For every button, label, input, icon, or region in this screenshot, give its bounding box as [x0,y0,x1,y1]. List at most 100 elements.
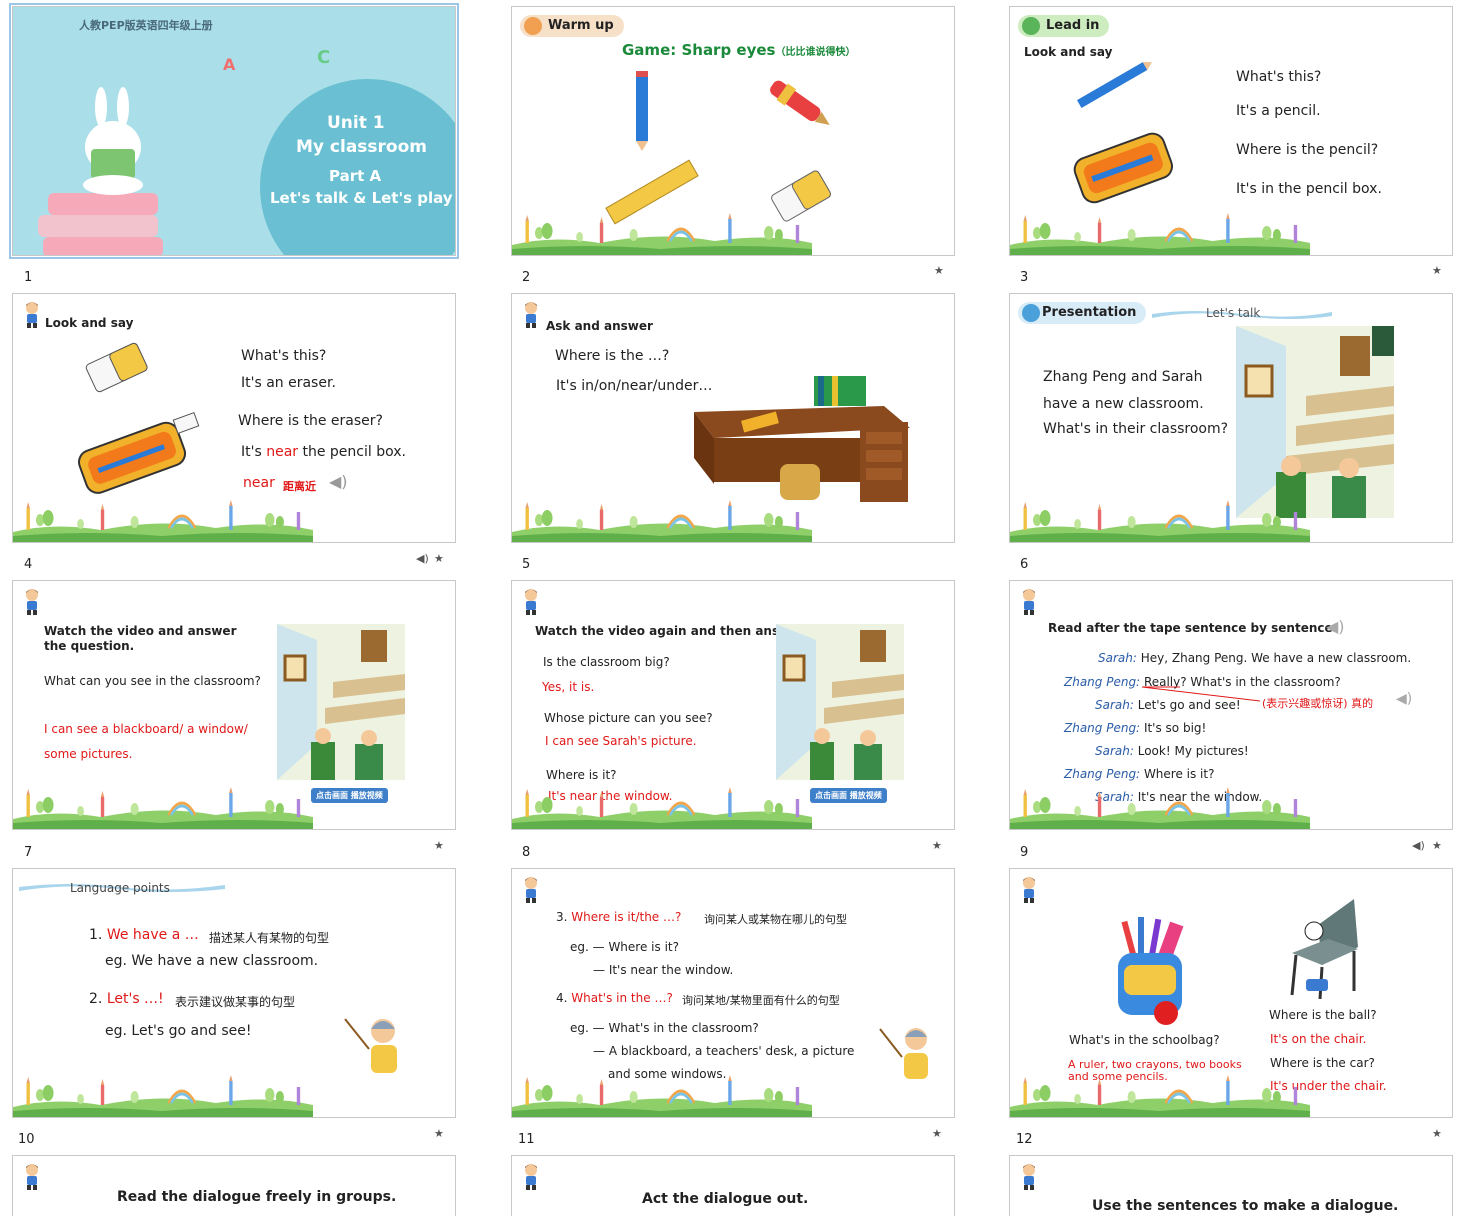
animation-star-icon: ★ [1432,839,1442,852]
boy-icon [1018,875,1040,903]
point-3-example-1: eg. — Where is it? [570,940,679,954]
boy-icon [1018,587,1040,615]
vocab-word: near [243,475,275,491]
animation-star-icon: ★ [1432,1127,1442,1140]
slide-number-3: 3 [1020,270,1029,285]
video-frame[interactable] [277,624,405,780]
dialog-line-3: Where is the eraser? [238,413,383,429]
slide-number-1: 1 [24,270,33,285]
boy-icon [21,300,43,328]
slide-thumbnail-13[interactable]: Read the dialogue freely in groups. [12,1155,456,1216]
clock-icon [524,17,542,35]
audio-speaker-icon-2[interactable]: ◀) [1396,691,1412,707]
answer-1: Yes, it is. [542,680,595,694]
dialog-line-3: Where is the pencil? [1236,142,1379,158]
slide-thumbnail-5[interactable]: Ask and answer Where is the …? It's in/o… [511,293,955,543]
slide-thumbnail-10[interactable]: Language points 1. We have a … 描述某人有某物的句… [12,868,456,1118]
point-3-example-2: — It's near the window. [593,963,734,977]
slide-thumbnail-7[interactable]: Watch the video and answer the question.… [12,580,456,830]
slide-thumbnail-3[interactable]: Lead in Look and say What's this? It's a… [1009,6,1453,256]
slide-heading: Ask and answer [546,319,653,333]
slide-thumbnail-15[interactable]: Use the sentences to make a dialogue. [1009,1155,1453,1216]
ground-decoration [512,498,812,542]
classroom-picture [1236,326,1394,518]
question-1: Is the classroom big? [543,655,670,669]
audio-indicator-icon: ◀) [416,552,429,565]
intro-line-3: What's in their classroom? [1043,421,1229,437]
point-1: 1. We have a … [89,927,199,943]
answer-2: I can see Sarah's picture. [545,734,697,748]
slide-heading: Watch the video again and then answer. [535,624,808,638]
dialog-line-1: What's this? [1236,69,1322,85]
ground-decoration [13,1073,313,1117]
audio-speaker-icon[interactable]: ◀) [329,472,348,491]
animation-star-icon: ★ [932,1127,942,1140]
animation-star-icon: ★ [434,552,444,565]
part-label: Part A [329,167,382,185]
dialog-line-1: Sarah: Hey, Zhang Peng. We have a new cl… [1098,651,1412,665]
video-frame[interactable] [776,624,904,780]
ground-decoration [1010,1073,1310,1117]
boy-icon [520,300,542,328]
dialog-line-6: Zhang Peng: Where is it? [1064,767,1215,781]
slide-heading-line-2: the question. [44,639,135,653]
boy-icon [520,587,542,615]
question-2: Whose picture can you see? [544,711,713,725]
slide-thumbnail-2[interactable]: Warm up Game: Sharp eyes（比比谁说得快） [511,6,955,256]
point-1-note: 描述某人有某物的句型 [209,931,330,945]
slide-heading: Use the sentences to make a dialogue. [1092,1198,1399,1214]
question-3: Where is the car? [1270,1056,1375,1070]
slide-heading: Read the dialogue freely in groups. [117,1189,397,1205]
ground-decoration [13,498,313,542]
slide-thumbnail-12[interactable]: What's in the schoolbag? A ruler, two cr… [1009,868,1453,1118]
play-video-button[interactable]: 点击画面 播放视频 [311,788,388,803]
slide-thumbnail-4[interactable]: Look and say What's this? It's an eraser… [12,293,456,543]
ground-decoration [512,785,812,829]
point-2: 2. Let's …! [89,991,164,1007]
answer-line-2: some pictures. [44,747,133,761]
unit-label: Unit 1 [327,113,385,133]
letter-a: A [223,55,236,74]
boy-icon [520,1162,542,1190]
answer-line-1: I can see a blackboard/ a window/ [44,722,248,736]
animation-star-icon: ★ [434,1127,444,1140]
slide-thumbnail-9[interactable]: Read after the tape sentence by sentence… [1009,580,1453,830]
teacher-illustration [344,1018,397,1073]
audio-speaker-icon[interactable]: ◀) [1326,617,1345,636]
slide-heading: Game: Sharp eyes（比比谁说得快） [622,41,856,59]
dialog-line-2: It's an eraser. [241,375,336,391]
play-video-button[interactable]: 点击画面 播放视频 [810,788,887,803]
point-1-example: eg. We have a new classroom. [105,953,319,969]
slide-title: My classroom [296,137,427,157]
pencil-illustration [1076,62,1152,108]
dialog-line-4: It's near the pencil box. [241,444,406,460]
annotation-arrow [1141,686,1261,702]
point-3: 3. Where is it/the …? [556,910,682,924]
slide-heading: Look and say [45,316,134,330]
lead-in-tag: Lead in [1018,15,1110,37]
boy-icon [1018,1162,1040,1190]
animation-star-icon: ★ [932,839,942,852]
boy-icon [21,1162,43,1190]
slide-thumbnail-1[interactable]: 人教PEP版英语四年级上册 A C Unit 1 My classroom Pa… [9,3,459,259]
animation-star-icon: ★ [1432,264,1442,277]
slide-number-8: 8 [522,845,531,860]
slide-thumbnail-8[interactable]: Watch the video again and then answer. I… [511,580,955,830]
slide-thumbnail-6[interactable]: Presentation Let's talk Zhang Peng and S… [1009,293,1453,543]
ground-decoration [13,785,313,829]
annotation-note: (表示兴趣或惊讶) 真的 [1262,697,1374,710]
slide-thumbnail-11[interactable]: 3. Where is it/the …? 询问某人或某物在哪儿的句型 eg. … [511,868,955,1118]
slide-number-5: 5 [522,557,531,572]
pen-illustration [770,80,830,125]
slide-number-2: 2 [522,270,531,285]
point-2-example: eg. Let's go and see! [105,1023,252,1039]
schoolbag-illustration [1118,917,1184,1025]
audio-indicator-icon: ◀) [1412,839,1425,852]
slide-thumbnail-14[interactable]: Act the dialogue out. [511,1155,955,1216]
animation-star-icon: ★ [434,839,444,852]
question-text: What can you see in the classroom? [44,674,261,688]
question-2: Where is the ball? [1269,1008,1377,1022]
pencil-box-illustration [78,412,200,494]
animation-star-icon: ★ [934,264,944,277]
subtitle: Let's talk & Let's play [270,189,453,207]
